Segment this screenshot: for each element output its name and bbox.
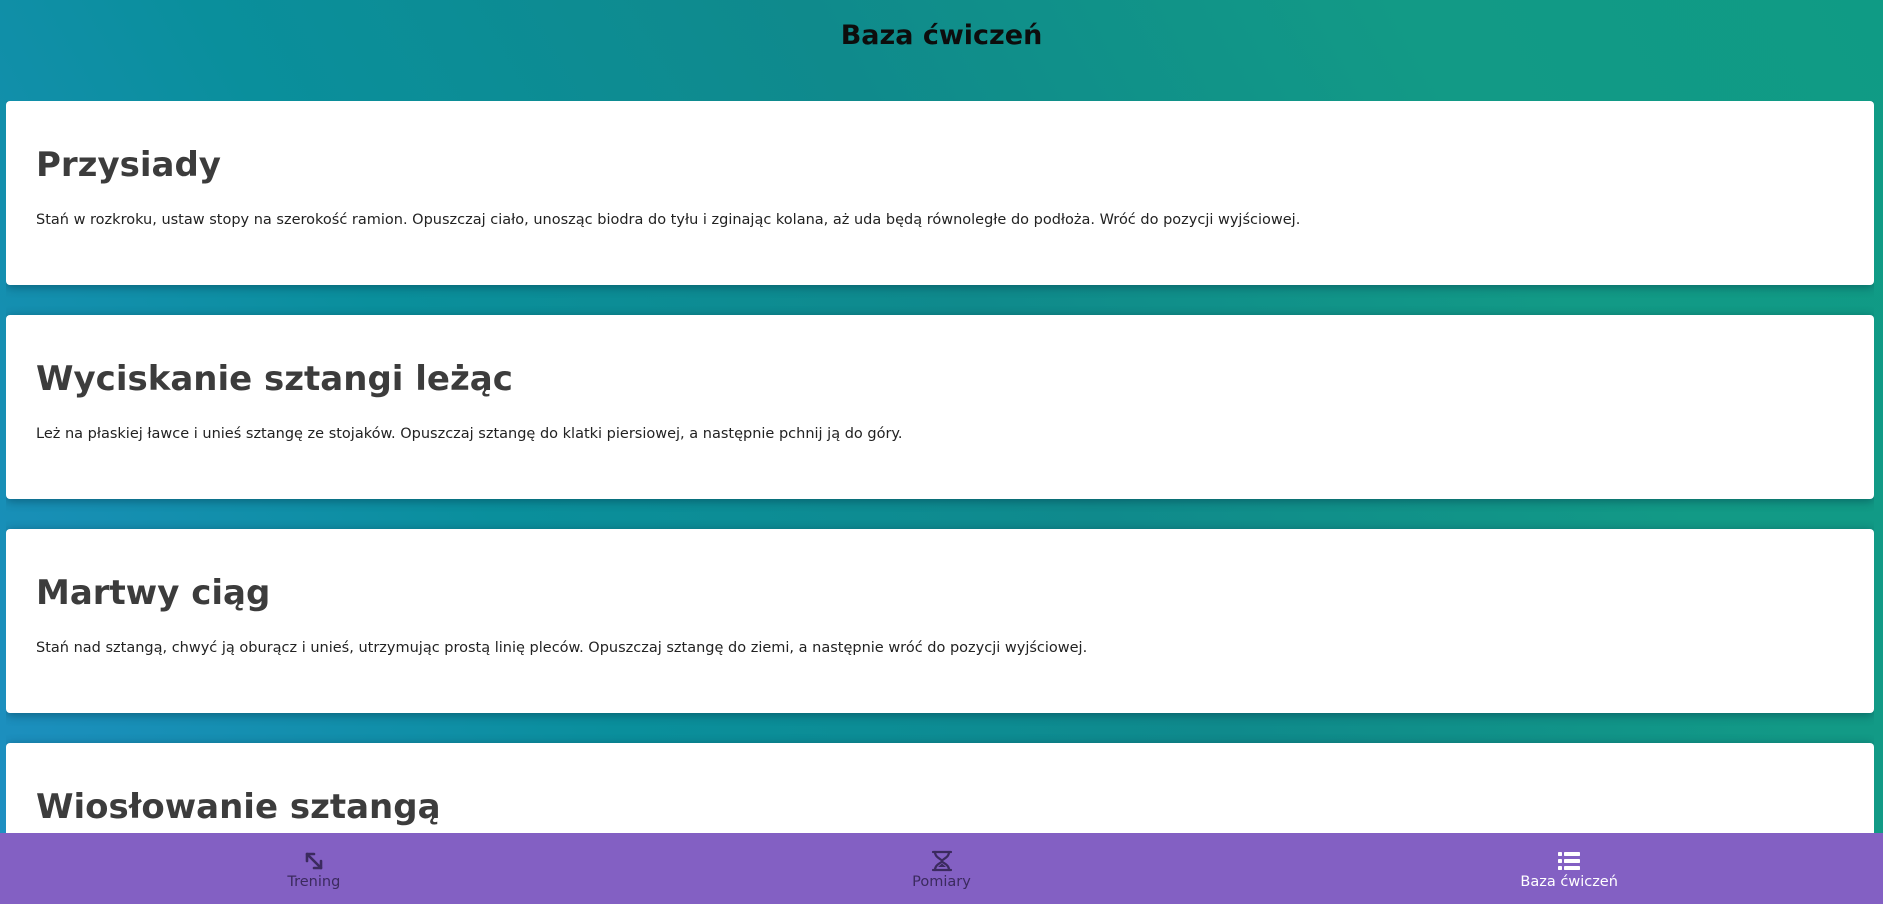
exercise-description: Stań w rozkroku, ustaw stopy na szerokoś… [36,212,1301,228]
exercise-card[interactable]: Wiosłowanie sztangą [6,743,1874,833]
exercise-title: Martwy ciąg [36,573,271,613]
exercise-list[interactable]: Przysiady Stań w rozkroku, ustaw stopy n… [6,101,1874,833]
hourglass-scale-icon [931,850,952,871]
list-icon [1558,851,1581,870]
nav-item-baza-cwiczen[interactable]: Baza ćwiczeń [1255,833,1883,904]
nav-label: Trening [287,873,341,890]
exercise-description: Stań nad sztangą, chwyć ją oburącz i uni… [36,640,1088,656]
resize-arrows-icon [305,852,323,869]
nav-label: Baza ćwiczeń [1520,873,1618,890]
exercise-card[interactable]: Wyciskanie sztangi leżąc Leż na płaskiej… [6,315,1874,499]
exercise-card[interactable]: Przysiady Stań w rozkroku, ustaw stopy n… [6,101,1874,285]
exercise-card[interactable]: Martwy ciąg Stań nad sztangą, chwyć ją o… [6,529,1874,713]
exercise-title: Wiosłowanie sztangą [36,787,441,827]
exercise-description: Leż na płaskiej ławce i unieś sztangę ze… [36,426,903,442]
exercise-title: Wyciskanie sztangi leżąc [36,359,513,399]
nav-item-trening[interactable]: Trening [0,833,628,904]
nav-item-pomiary[interactable]: Pomiary [628,833,1256,904]
page-title: Baza ćwiczeń [840,19,1043,51]
bottom-navigation: Trening Pomiary Baza ćwiczeń [0,833,1883,904]
page-header: Baza ćwiczeń [0,0,1883,70]
nav-label: Pomiary [912,873,971,890]
exercise-title: Przysiady [36,145,221,185]
